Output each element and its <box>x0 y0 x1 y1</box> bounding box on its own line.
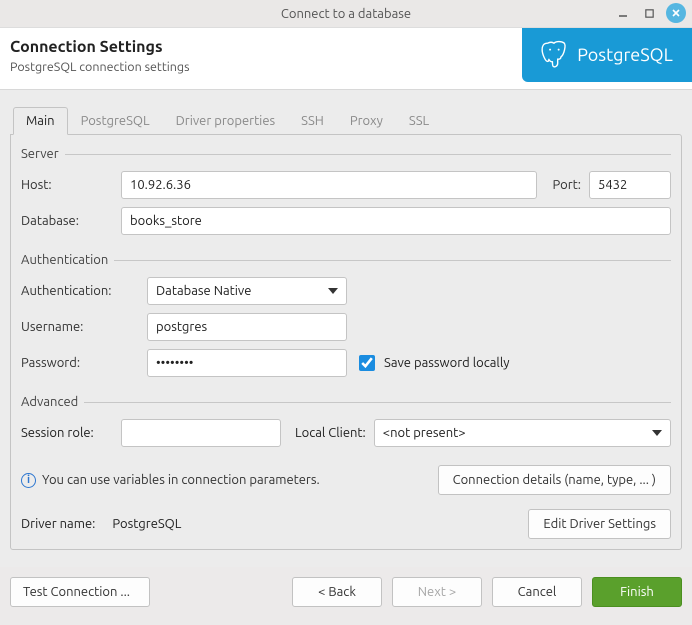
session-role-label: Session role: <box>21 426 113 440</box>
group-authentication: Authentication Authentication: Database … <box>21 253 671 385</box>
session-role-input[interactable] <box>121 419 281 447</box>
window: Connect to a database Connection Setting… <box>0 0 692 625</box>
connection-details-label: Connection details (name, type, ... ) <box>453 473 656 487</box>
auth-mode-select[interactable]: Database Native <box>147 277 347 305</box>
footer: Test Connection ... < Back Next > Cancel… <box>0 567 692 625</box>
auth-mode-value: Database Native <box>156 284 251 298</box>
save-password-label: Save password locally <box>384 356 509 370</box>
database-label: Database: <box>21 214 113 228</box>
test-connection-button[interactable]: Test Connection ... <box>10 577 150 607</box>
finish-button[interactable]: Finish <box>592 577 682 607</box>
database-input[interactable] <box>121 207 671 235</box>
username-label: Username: <box>21 320 139 334</box>
postgresql-badge-text: PostgreSQL <box>577 45 673 65</box>
edit-driver-settings-label: Edit Driver Settings <box>543 517 656 531</box>
finish-label: Finish <box>620 585 654 599</box>
tab-ssh[interactable]: SSH <box>288 107 337 135</box>
tab-panel-main: Server Host: Port: Database: Authenticat… <box>10 134 682 550</box>
content: Main PostgreSQL Driver properties SSH Pr… <box>0 90 692 567</box>
username-input[interactable] <box>147 313 347 341</box>
minimize-button[interactable] <box>614 4 632 22</box>
driver-name-value <box>103 510 453 538</box>
info-icon: i <box>21 473 36 488</box>
titlebar: Connect to a database <box>0 0 692 28</box>
info-text-row: i You can use variables in connection pa… <box>21 473 320 488</box>
tab-label: SSH <box>301 114 324 128</box>
connection-details-button[interactable]: Connection details (name, type, ... ) <box>438 465 671 495</box>
close-button[interactable] <box>666 3 686 23</box>
maximize-button[interactable] <box>640 4 658 22</box>
cancel-label: Cancel <box>518 585 557 599</box>
password-label: Password: <box>21 356 139 370</box>
group-advanced-legend: Advanced <box>21 395 84 409</box>
back-button[interactable]: < Back <box>292 577 382 607</box>
tab-label: SSL <box>409 114 429 128</box>
chevron-down-icon <box>328 288 338 294</box>
driver-name-label: Driver name: <box>21 517 95 531</box>
host-input[interactable] <box>121 171 537 199</box>
tab-postgresql[interactable]: PostgreSQL <box>68 107 163 135</box>
tabs: Main PostgreSQL Driver properties SSH Pr… <box>10 106 682 134</box>
local-client-label: Local Client: <box>295 426 366 440</box>
chevron-down-icon <box>652 430 662 436</box>
postgresql-icon <box>541 40 569 70</box>
tab-label: Proxy <box>350 114 383 128</box>
edit-driver-settings-button[interactable]: Edit Driver Settings <box>528 509 671 539</box>
info-text: You can use variables in connection para… <box>42 473 320 487</box>
tab-label: Driver properties <box>176 114 276 128</box>
password-input[interactable] <box>147 349 347 377</box>
group-advanced: Advanced Session role: Local Client: <no… <box>21 395 671 455</box>
group-server: Server Host: Port: Database: <box>21 147 671 243</box>
tab-label: PostgreSQL <box>81 114 150 128</box>
postgresql-badge: PostgreSQL <box>522 28 692 82</box>
tab-driver-properties[interactable]: Driver properties <box>163 107 289 135</box>
tab-ssl[interactable]: SSL <box>396 107 442 135</box>
tab-label: Main <box>26 114 55 128</box>
window-title: Connect to a database <box>0 7 692 21</box>
next-label: Next > <box>418 585 456 599</box>
host-label: Host: <box>21 178 113 192</box>
header: Connection Settings PostgreSQL connectio… <box>0 28 692 90</box>
group-server-legend: Server <box>21 147 65 161</box>
local-client-select[interactable]: <not present> <box>374 419 671 447</box>
test-connection-label: Test Connection ... <box>23 585 130 599</box>
group-auth-legend: Authentication <box>21 253 114 267</box>
next-button: Next > <box>392 577 482 607</box>
auth-mode-label: Authentication: <box>21 284 139 298</box>
tab-proxy[interactable]: Proxy <box>337 107 396 135</box>
back-label: < Back <box>318 585 356 599</box>
tab-main[interactable]: Main <box>13 107 68 135</box>
cancel-button[interactable]: Cancel <box>492 577 582 607</box>
save-password-checkbox[interactable]: Save password locally <box>355 352 509 374</box>
save-password-input[interactable] <box>359 355 375 371</box>
port-input[interactable] <box>589 171 671 199</box>
port-label: Port: <box>553 178 581 192</box>
local-client-value: <not present> <box>383 426 466 440</box>
